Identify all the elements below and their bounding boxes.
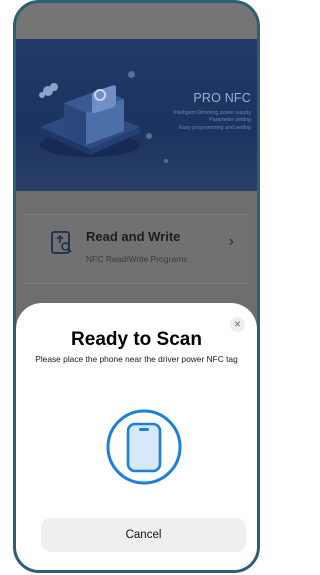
status-bar <box>16 3 257 39</box>
hero-feature-list: Intelligent Dimming power supply Paramet… <box>173 110 251 132</box>
hero-decoration <box>164 159 168 163</box>
read-write-card[interactable]: Read and Write NFC Read/Write Programs › <box>24 214 248 284</box>
nfc-read-write-icon <box>51 231 72 254</box>
hero-decoration <box>146 133 152 139</box>
card-subtitle: NFC Read/Write Programs <box>86 254 188 264</box>
sheet-message: Please place the phone near the driver p… <box>35 354 238 364</box>
phone-frame: PRO NFC Intelligent Dimming power supply… <box>13 0 260 573</box>
card-title: Read and Write <box>86 229 181 244</box>
hero-feature-line: Parameter setting <box>209 117 251 124</box>
hero-feature-line: Easy programming and setting <box>179 124 251 131</box>
nfc-device-illustration <box>39 83 140 157</box>
scan-sheet: ✕ Ready to Scan Please place the phone n… <box>16 303 257 570</box>
hero-title: PRO NFC <box>193 91 251 105</box>
chevron-right-icon: › <box>228 233 234 250</box>
hero-banner: PRO NFC Intelligent Dimming power supply… <box>16 39 257 191</box>
phone-scan-icon <box>106 409 182 485</box>
cancel-button[interactable]: Cancel <box>41 518 246 552</box>
hero-feature-line: Intelligent Dimming power supply <box>173 110 251 116</box>
sheet-title: Ready to Scan <box>71 329 202 350</box>
